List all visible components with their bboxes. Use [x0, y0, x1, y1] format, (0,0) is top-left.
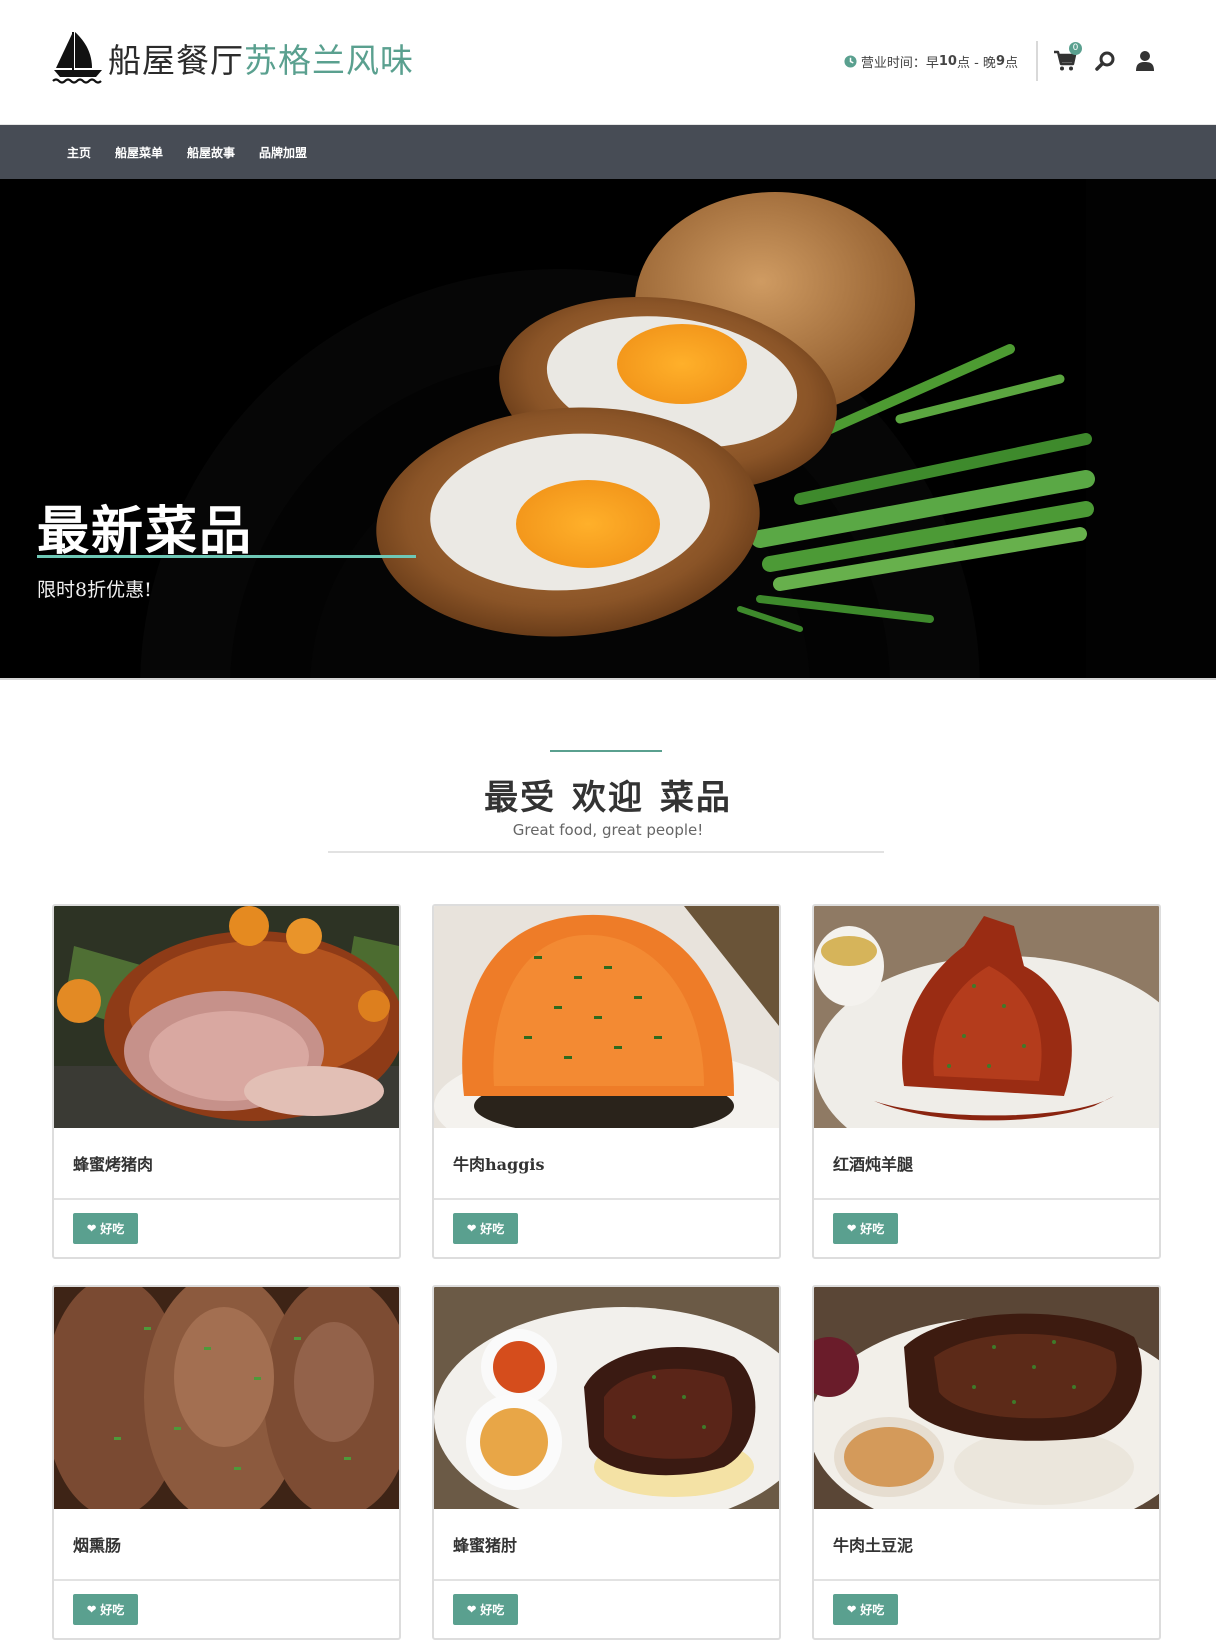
hero-divider [37, 555, 416, 558]
dish-card[interactable]: 蜂蜜猪肘 ❤ 好吃 [432, 1285, 781, 1640]
dish-name[interactable]: 蜂蜜猪肘 [434, 1509, 779, 1581]
heart-icon: ❤ [847, 1603, 857, 1616]
clock-icon [844, 54, 857, 68]
like-button-label: 好吃 [860, 1222, 885, 1236]
dish-card[interactable]: 牛肉土豆泥 ❤ 好吃 [812, 1285, 1161, 1640]
cart-button[interactable]: 0 [1052, 42, 1082, 74]
dish-image-smoked-sausage [54, 1287, 399, 1509]
dish-card[interactable]: 蜂蜜烤猪肉 ❤ 好吃 [52, 904, 401, 1259]
hours-label: 营业时间： [860, 55, 926, 71]
heart-icon: ❤ [847, 1222, 857, 1235]
like-button-label: 好吃 [480, 1603, 505, 1617]
like-button[interactable]: ❤ 好吃 [833, 1213, 899, 1244]
dish-card[interactable]: 牛肉haggis ❤ 好吃 [432, 904, 781, 1259]
user-account-button[interactable] [1132, 48, 1158, 74]
dish-image-honey-pork-knuckle [434, 1287, 779, 1509]
dish-grid: 蜂蜜烤猪肉 ❤ 好吃 牛肉haggis ❤ 好吃 红酒炖羊腿 ❤ 好吃 烟熏肠 … [52, 904, 1162, 1640]
dish-card-footer: ❤ 好吃 [814, 1581, 1159, 1638]
search-icon [1095, 51, 1115, 71]
opening-hours: 营业时间： 早 10 点 - 晚9点 [844, 41, 1038, 81]
like-button-label: 好吃 [480, 1222, 505, 1236]
sailboat-logo-icon [52, 32, 102, 84]
header-actions: 营业时间： 早 10 点 - 晚9点 0 [844, 38, 1158, 84]
dish-name[interactable]: 烟熏肠 [54, 1509, 399, 1581]
nav-item-menu[interactable]: 船屋菜单 [115, 144, 163, 161]
heart-icon: ❤ [467, 1222, 477, 1235]
brand-logo[interactable]: 船屋餐厅苏格兰风味 [52, 30, 414, 86]
dish-card-footer: ❤ 好吃 [434, 1200, 779, 1257]
like-button[interactable]: ❤ 好吃 [833, 1594, 899, 1625]
popular-section-header: 最受 欢迎 菜品 Great food, great people! [0, 680, 1216, 910]
like-button[interactable]: ❤ 好吃 [73, 1213, 139, 1244]
like-button-label: 好吃 [100, 1222, 125, 1236]
dish-card-footer: ❤ 好吃 [54, 1200, 399, 1257]
brand-name-accent: 苏格兰风味 [244, 41, 414, 80]
hero-subtitle: 限时8折优惠! [37, 579, 152, 601]
cart-count-badge: 0 [1069, 42, 1082, 55]
search-button[interactable] [1092, 48, 1118, 74]
main-nav: 主页 船屋菜单 船屋故事 品牌加盟 [0, 125, 1216, 179]
site-header: 船屋餐厅苏格兰风味 营业时间： 早 10 点 - 晚9点 0 [0, 0, 1216, 125]
like-button[interactable]: ❤ 好吃 [453, 1594, 519, 1625]
dish-name[interactable]: 牛肉haggis [434, 1128, 779, 1200]
hero-banner[interactable]: 最新菜品 限时8折优惠! [0, 179, 1216, 680]
hours-open-num: 10 [938, 53, 957, 69]
heart-icon: ❤ [467, 1603, 477, 1616]
dish-card-footer: ❤ 好吃 [434, 1581, 779, 1638]
user-icon [1136, 51, 1154, 71]
hours-mid: 点 - 晚 [956, 55, 996, 71]
hero-title: 最新菜品 [37, 501, 254, 562]
dish-name[interactable]: 红酒炖羊腿 [814, 1128, 1159, 1200]
dish-card[interactable]: 烟熏肠 ❤ 好吃 [52, 1285, 401, 1640]
dish-image-beef-haggis [434, 906, 779, 1128]
hours-open: 早 [925, 55, 939, 71]
section-divider [328, 851, 884, 853]
dish-image-braised-lamb-leg [814, 906, 1159, 1128]
section-subtitle: Great food, great people! [512, 821, 704, 839]
heart-icon: ❤ [87, 1222, 97, 1235]
like-button-label: 好吃 [860, 1603, 885, 1617]
nav-item-story[interactable]: 船屋故事 [187, 144, 235, 161]
dish-name[interactable]: 牛肉土豆泥 [814, 1509, 1159, 1581]
hours-end: 点 [1004, 55, 1018, 71]
nav-item-franchise[interactable]: 品牌加盟 [259, 144, 307, 161]
brand-name: 船屋餐厅苏格兰风味 [108, 34, 414, 82]
hero-image-scotch-eggs [0, 179, 1216, 678]
dish-card-footer: ❤ 好吃 [814, 1200, 1159, 1257]
hours-close-num: 9 [995, 53, 1005, 69]
dish-card[interactable]: 红酒炖羊腿 ❤ 好吃 [812, 904, 1161, 1259]
like-button-label: 好吃 [100, 1603, 125, 1617]
brand-name-main: 船屋餐厅 [108, 41, 244, 80]
nav-item-home[interactable]: 主页 [67, 144, 91, 161]
like-button[interactable]: ❤ 好吃 [73, 1594, 139, 1625]
dish-image-beef-mashed-potato [814, 1287, 1159, 1509]
dish-name[interactable]: 蜂蜜烤猪肉 [54, 1128, 399, 1200]
heart-icon: ❤ [87, 1603, 97, 1616]
section-title: 最受 欢迎 菜品 [484, 778, 732, 818]
dish-image-roast-pork [54, 906, 399, 1128]
like-button[interactable]: ❤ 好吃 [453, 1213, 519, 1244]
section-accent-line [550, 750, 662, 752]
dish-card-footer: ❤ 好吃 [54, 1581, 399, 1638]
